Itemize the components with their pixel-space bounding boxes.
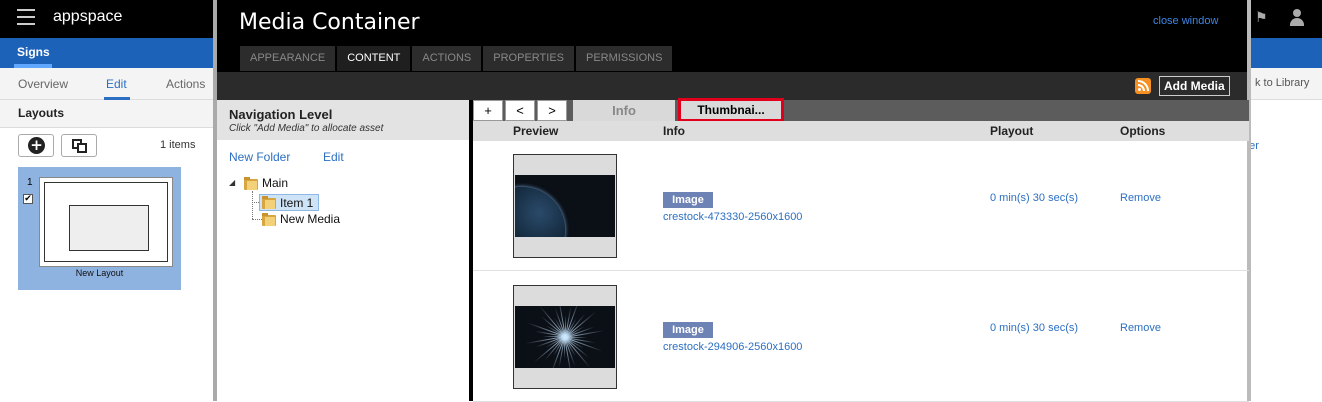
- folder-icon: [262, 196, 277, 209]
- tree-node-new-media[interactable]: New Media: [262, 212, 340, 226]
- tab-permissions[interactable]: PERMISSIONS: [576, 46, 673, 71]
- user-icon[interactable]: [1290, 9, 1304, 27]
- app-logo[interactable]: appspace: [53, 8, 122, 26]
- close-window-link[interactable]: close window: [1153, 15, 1218, 27]
- menu-icon[interactable]: [17, 9, 35, 25]
- media-filename[interactable]: crestock-294906-2560x1600: [663, 341, 802, 353]
- tab-actions-dialog[interactable]: ACTIONS: [412, 46, 482, 71]
- tab-properties[interactable]: PROPERTIES: [483, 46, 574, 71]
- view-info-tab[interactable]: Info: [573, 100, 675, 121]
- content-controls: + < > Info Thumbnai...: [473, 98, 1249, 122]
- navigation-panel: Navigation Level Click "Add Media" to al…: [217, 100, 469, 401]
- tab-overview[interactable]: Overview: [18, 77, 68, 91]
- previous-button[interactable]: <: [505, 100, 535, 121]
- column-info: Info: [663, 124, 685, 138]
- duplicate-layout-button[interactable]: [61, 134, 97, 157]
- section-signs[interactable]: Signs: [17, 45, 50, 59]
- tree-node-label: Item 1: [280, 195, 314, 210]
- media-filename[interactable]: crestock-473330-2560x1600: [663, 211, 802, 223]
- navigation-header: Navigation Level Click "Add Media" to al…: [217, 100, 469, 140]
- dialog-tabs: APPEARANCE CONTENT ACTIONS PROPERTIES PE…: [240, 46, 674, 71]
- table-row[interactable]: Image crestock-473330-2560x1600 0 min(s)…: [473, 141, 1249, 271]
- media-type-badge: Image: [663, 192, 713, 208]
- layouts-title: Layouts: [18, 106, 65, 120]
- media-preview[interactable]: [513, 285, 617, 389]
- layout-card[interactable]: 1 ✔ New Layout: [18, 167, 181, 290]
- playout-duration[interactable]: 0 min(s) 30 sec(s): [990, 192, 1078, 204]
- playout-duration[interactable]: 0 min(s) 30 sec(s): [990, 322, 1078, 334]
- plus-icon: +: [28, 137, 45, 154]
- dialog-title: Media Container: [239, 10, 420, 35]
- tree-node-label: Main: [262, 176, 289, 190]
- layouts-header: Layouts: [0, 100, 213, 128]
- column-playout: Playout: [990, 124, 1034, 138]
- folder-icon: [244, 176, 259, 190]
- media-preview[interactable]: [513, 154, 617, 258]
- tree-node-label: New Media: [280, 212, 341, 226]
- edit-link[interactable]: Edit: [323, 150, 344, 164]
- folder-icon: [262, 212, 277, 226]
- tree-node-item1[interactable]: Item 1: [259, 194, 320, 211]
- media-container-dialog: Media Container close window APPEARANCE …: [213, 0, 1251, 402]
- navigation-hint: Click "Add Media" to allocate asset: [229, 123, 384, 134]
- navigation-title: Navigation Level: [229, 107, 333, 122]
- add-media-button[interactable]: Add Media: [1159, 76, 1230, 96]
- add-item-button[interactable]: +: [473, 100, 503, 121]
- tab-actions[interactable]: Actions: [166, 77, 205, 91]
- content-panel: + < > Info Thumbnai... Preview Info Play…: [471, 98, 1249, 402]
- column-options: Options: [1120, 124, 1166, 138]
- media-type-badge: Image: [663, 322, 713, 338]
- items-count: 1 items: [160, 139, 196, 151]
- tab-content[interactable]: CONTENT: [337, 46, 411, 71]
- column-preview: Preview: [513, 124, 559, 138]
- new-folder-link[interactable]: New Folder: [229, 150, 290, 164]
- tree-node-main[interactable]: Main: [244, 176, 288, 190]
- rss-icon[interactable]: [1135, 78, 1151, 94]
- layout-number: 1: [27, 177, 33, 188]
- planet-image: [515, 187, 565, 237]
- collapse-icon[interactable]: ◢: [229, 178, 235, 187]
- layout-checkbox[interactable]: ✔: [23, 194, 33, 204]
- view-thumbnail-tab[interactable]: Thumbnai...: [678, 98, 784, 122]
- tab-edit[interactable]: Edit: [106, 77, 127, 91]
- dialog-toolbar: Add Media: [217, 72, 1247, 100]
- table-row[interactable]: Image crestock-294906-2560x1600 0 min(s)…: [473, 272, 1249, 402]
- layout-thumbnail: [39, 177, 173, 267]
- next-button[interactable]: >: [537, 100, 567, 121]
- copy-icon: [77, 143, 87, 153]
- add-layout-button[interactable]: +: [18, 134, 54, 157]
- layout-label: New Layout: [75, 268, 124, 278]
- table-header: Preview Info Playout Options: [473, 121, 1249, 141]
- remove-link[interactable]: Remove: [1120, 192, 1161, 204]
- back-to-library-link[interactable]: k to Library: [1255, 77, 1309, 89]
- flag-icon[interactable]: ⚑: [1255, 10, 1268, 26]
- tab-appearance[interactable]: APPEARANCE: [240, 46, 336, 71]
- remove-link[interactable]: Remove: [1120, 322, 1161, 334]
